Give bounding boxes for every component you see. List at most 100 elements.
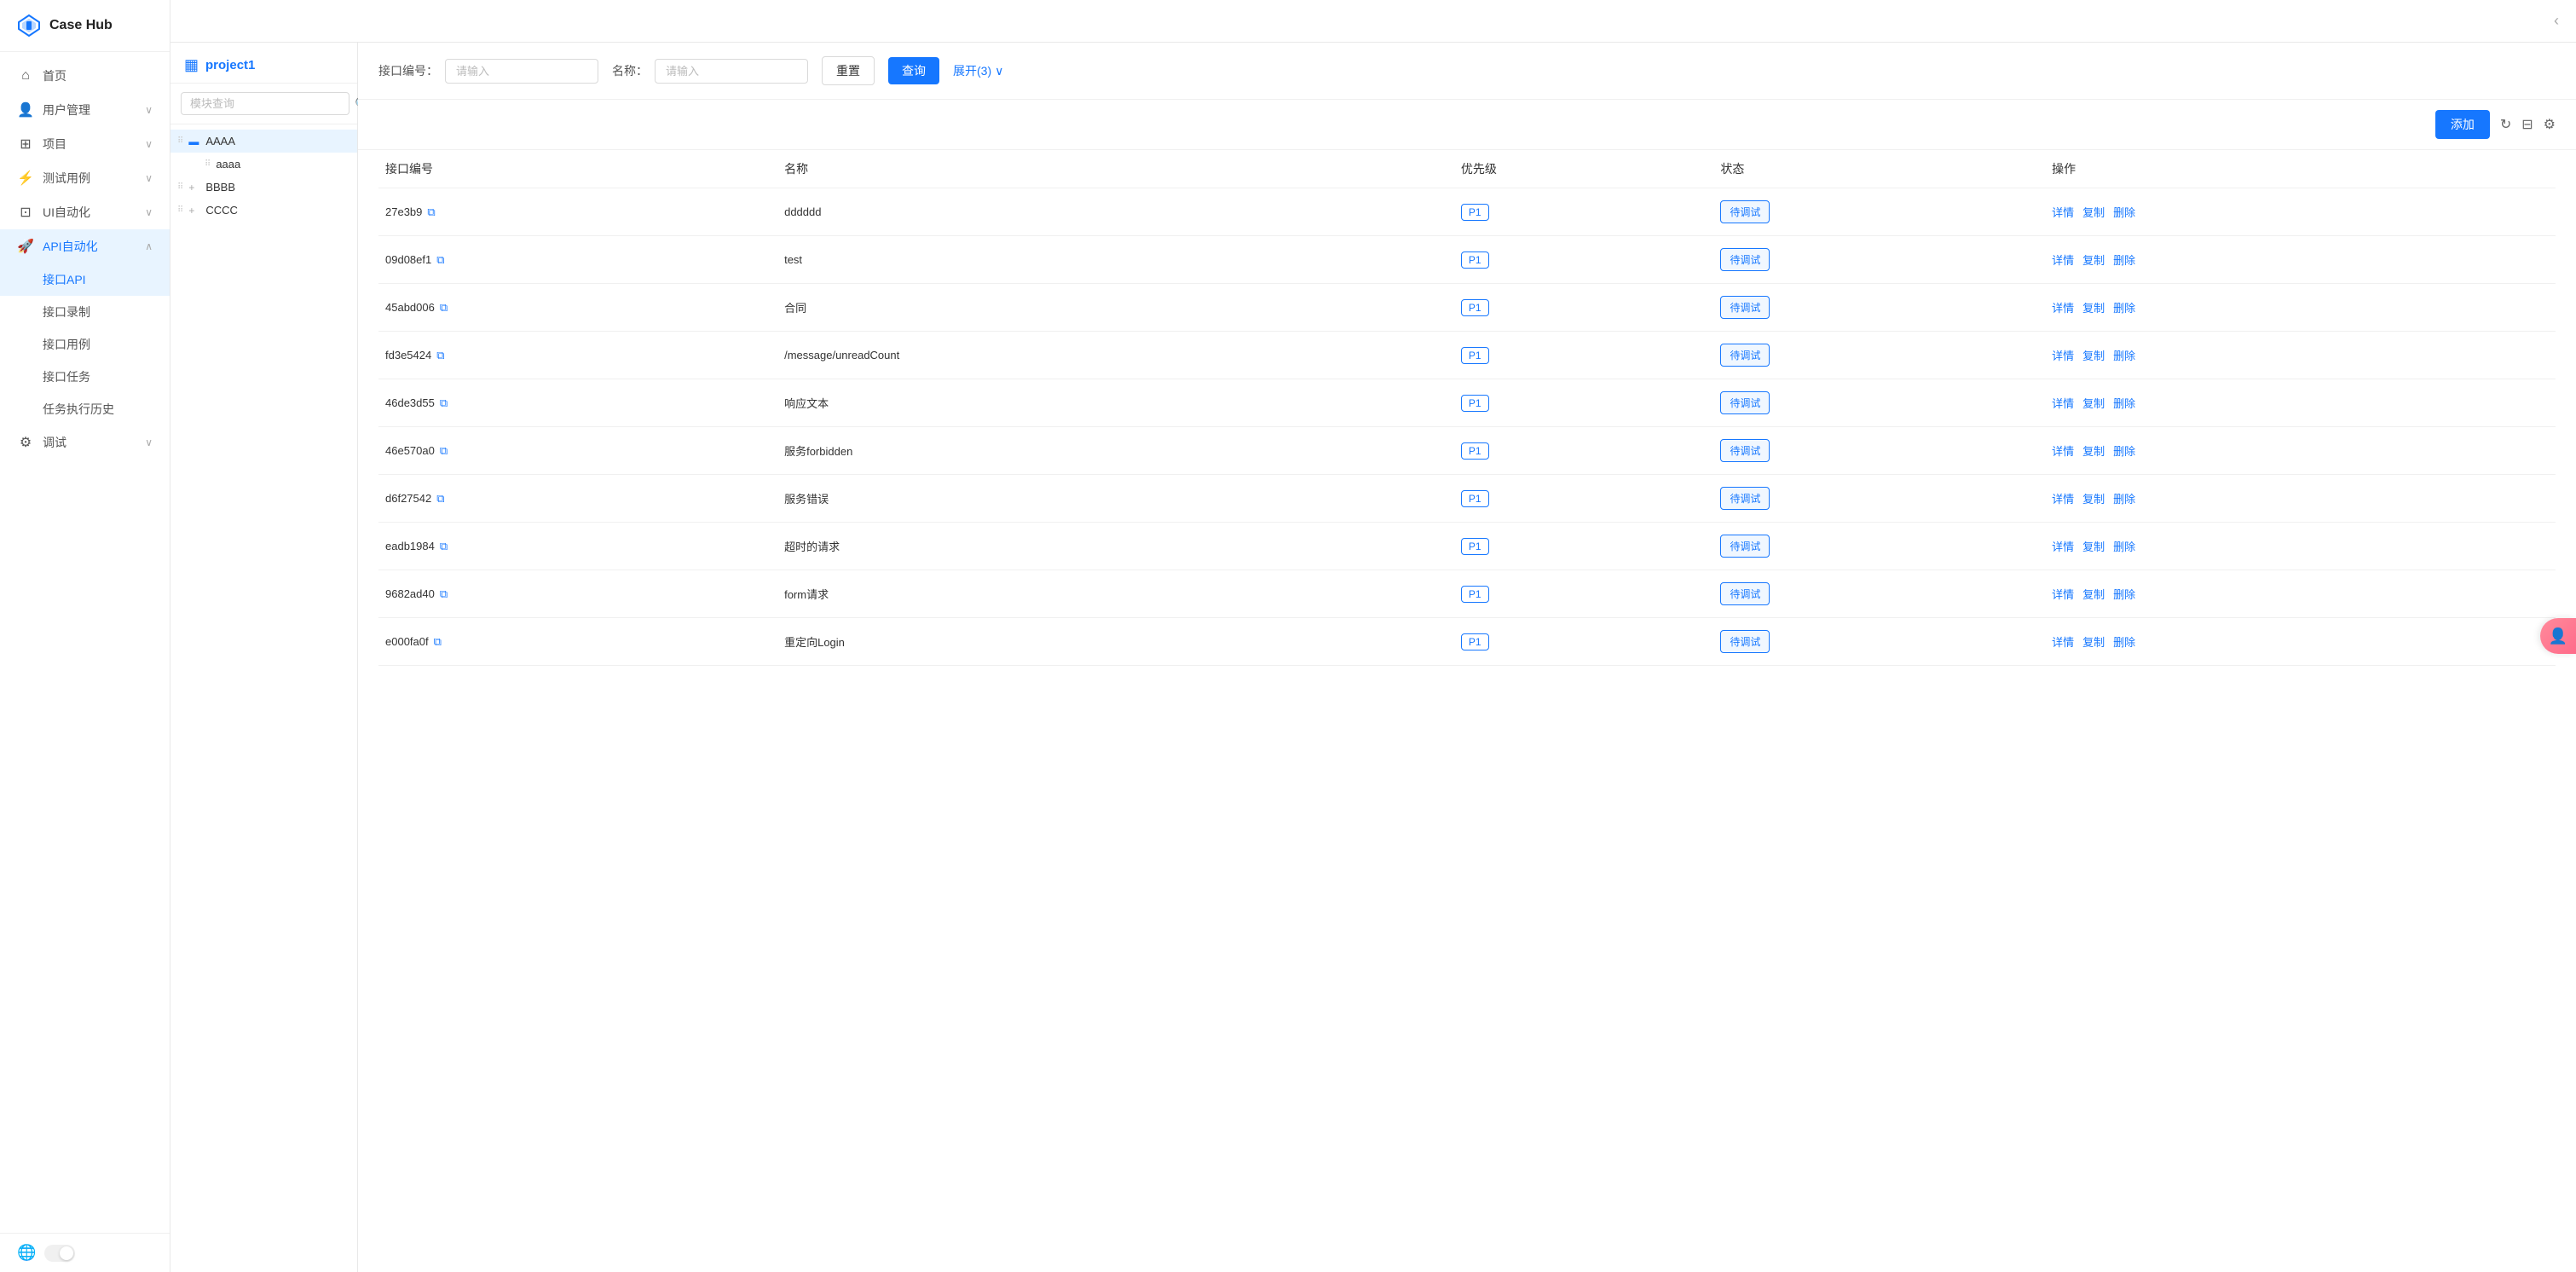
tree-node-BBBB[interactable]: ⠿ + BBBB [170, 176, 357, 199]
column-settings-icon[interactable]: ⊟ [2521, 116, 2533, 133]
action-详情[interactable]: 详情 [2052, 302, 2074, 315]
sidebar-bottom: 🌐 [0, 1233, 170, 1272]
ui-icon: ⊡ [17, 204, 34, 221]
sidebar-label-task-history: 任务执行历史 [43, 401, 114, 418]
copy-icon[interactable]: ⧉ [440, 301, 448, 315]
expand-icon[interactable]: ▬ [188, 136, 202, 147]
tree-node-AAAA[interactable]: ⠿ ▬ AAAA [170, 130, 357, 153]
action-详情[interactable]: 详情 [2052, 397, 2074, 410]
action-详情[interactable]: 详情 [2052, 493, 2074, 506]
sidebar-item-task-history[interactable]: 任务执行历史 [0, 393, 170, 425]
cell-name: /message/unreadCount [777, 332, 1454, 379]
sidebar-item-project[interactable]: ⊞ 项目 ∨ [0, 127, 170, 161]
collapse-sidebar-button[interactable]: ‹ [2554, 12, 2559, 30]
tree-node-label: aaaa [216, 158, 350, 171]
action-删除[interactable]: 删除 [2113, 206, 2135, 219]
copy-icon[interactable]: ⧉ [434, 635, 442, 649]
add-button[interactable]: 添加 [2435, 110, 2490, 139]
action-复制[interactable]: 复制 [2082, 541, 2105, 553]
cell-id: 46e570a0⧉ [378, 427, 777, 475]
action-详情[interactable]: 详情 [2052, 206, 2074, 219]
action-复制[interactable]: 复制 [2082, 588, 2105, 601]
table-row: 09d08ef1⧉testP1待调试详情复制删除 [378, 236, 2556, 284]
module-search-input[interactable] [181, 92, 349, 115]
sidebar-label-debug: 调试 [43, 434, 136, 451]
settings-icon[interactable]: ⚙ [2544, 116, 2556, 133]
action-删除[interactable]: 删除 [2113, 445, 2135, 458]
copy-icon[interactable]: ⧉ [427, 205, 435, 219]
refresh-icon[interactable]: ↻ [2500, 116, 2511, 133]
api-table: 接口编号 名称 优先级 状态 操作 27e3b9⧉ddddddP1待调试详情复制… [378, 150, 2556, 666]
copy-icon[interactable]: ⧉ [440, 540, 448, 553]
cell-actions: 详情复制删除 [2045, 570, 2556, 618]
action-复制[interactable]: 复制 [2082, 445, 2105, 458]
sidebar-item-api-task[interactable]: 接口任务 [0, 361, 170, 393]
status-badge: 待调试 [1720, 582, 1770, 605]
action-复制[interactable]: 复制 [2082, 636, 2105, 649]
sidebar-item-home[interactable]: ⌂ 首页 [0, 59, 170, 93]
cell-id: 45abd006⧉ [378, 284, 777, 332]
tree-node-aaaa[interactable]: ⠿ aaaa [170, 153, 357, 176]
status-badge: 待调试 [1720, 487, 1770, 510]
action-复制[interactable]: 复制 [2082, 254, 2105, 267]
expand-filter-button[interactable]: 展开(3) ∨ [953, 62, 1003, 79]
drag-handle-icon: ⠿ [205, 159, 211, 169]
action-复制[interactable]: 复制 [2082, 302, 2105, 315]
cell-name: 合同 [777, 284, 1454, 332]
action-详情[interactable]: 详情 [2052, 636, 2074, 649]
sidebar-item-ui-auto[interactable]: ⊡ UI自动化 ∨ [0, 195, 170, 229]
copy-icon[interactable]: ⧉ [440, 444, 448, 458]
action-复制[interactable]: 复制 [2082, 493, 2105, 506]
filter-name-input[interactable] [655, 59, 808, 84]
expand-icon[interactable]: + [188, 182, 202, 194]
sidebar-item-test-case[interactable]: ⚡ 测试用例 ∨ [0, 161, 170, 195]
query-button[interactable]: 查询 [888, 57, 939, 84]
action-删除[interactable]: 删除 [2113, 397, 2135, 410]
id-value: fd3e5424 [385, 349, 431, 361]
reset-button[interactable]: 重置 [822, 56, 875, 85]
action-详情[interactable]: 详情 [2052, 350, 2074, 362]
action-删除[interactable]: 删除 [2113, 254, 2135, 267]
action-详情[interactable]: 详情 [2052, 588, 2074, 601]
cell-status: 待调试 [1713, 188, 2045, 236]
action-复制[interactable]: 复制 [2082, 206, 2105, 219]
copy-icon[interactable]: ⧉ [440, 587, 448, 601]
tree-node-label: BBBB [205, 181, 350, 194]
col-header-actions: 操作 [2045, 150, 2556, 188]
action-删除[interactable]: 删除 [2113, 636, 2135, 649]
expand-icon[interactable]: + [188, 205, 202, 217]
project-icon: ⊞ [17, 136, 34, 153]
action-删除[interactable]: 删除 [2113, 541, 2135, 553]
sidebar-item-user-mgmt[interactable]: 👤 用户管理 ∨ [0, 93, 170, 127]
copy-icon[interactable]: ⧉ [436, 492, 444, 506]
filter-id-input[interactable] [445, 59, 598, 84]
sidebar-item-debug[interactable]: ⚙ 调试 ∨ [0, 425, 170, 460]
table-row: fd3e5424⧉/message/unreadCountP1待调试详情复制删除 [378, 332, 2556, 379]
sidebar-item-api-auto[interactable]: 🚀 API自动化 ∧ [0, 229, 170, 263]
sidebar-item-api-record[interactable]: 接口录制 [0, 296, 170, 328]
action-详情[interactable]: 详情 [2052, 445, 2074, 458]
chevron-down-icon: ∨ [145, 138, 153, 150]
cell-priority: P1 [1454, 332, 1714, 379]
table-row: d6f27542⧉服务错误P1待调试详情复制删除 [378, 475, 2556, 523]
action-删除[interactable]: 删除 [2113, 493, 2135, 506]
action-删除[interactable]: 删除 [2113, 588, 2135, 601]
col-header-name: 名称 [777, 150, 1454, 188]
tree-node-CCCC[interactable]: ⠿ + CCCC [170, 199, 357, 222]
action-复制[interactable]: 复制 [2082, 397, 2105, 410]
action-详情[interactable]: 详情 [2052, 254, 2074, 267]
action-删除[interactable]: 删除 [2113, 350, 2135, 362]
float-avatar[interactable]: 👤 [2540, 618, 2576, 654]
action-复制[interactable]: 复制 [2082, 350, 2105, 362]
copy-icon[interactable]: ⧉ [436, 349, 444, 362]
status-badge: 待调试 [1720, 248, 1770, 271]
action-删除[interactable]: 删除 [2113, 302, 2135, 315]
copy-icon[interactable]: ⧉ [440, 396, 448, 410]
logo-area: Case Hub [0, 0, 170, 52]
sidebar-label-api-task: 接口任务 [43, 368, 90, 385]
copy-icon[interactable]: ⧉ [436, 253, 444, 267]
sidebar-item-api-interface[interactable]: 接口API [0, 263, 170, 296]
action-详情[interactable]: 详情 [2052, 541, 2074, 553]
theme-toggle[interactable] [44, 1245, 75, 1262]
sidebar-item-api-case[interactable]: 接口用例 [0, 328, 170, 361]
